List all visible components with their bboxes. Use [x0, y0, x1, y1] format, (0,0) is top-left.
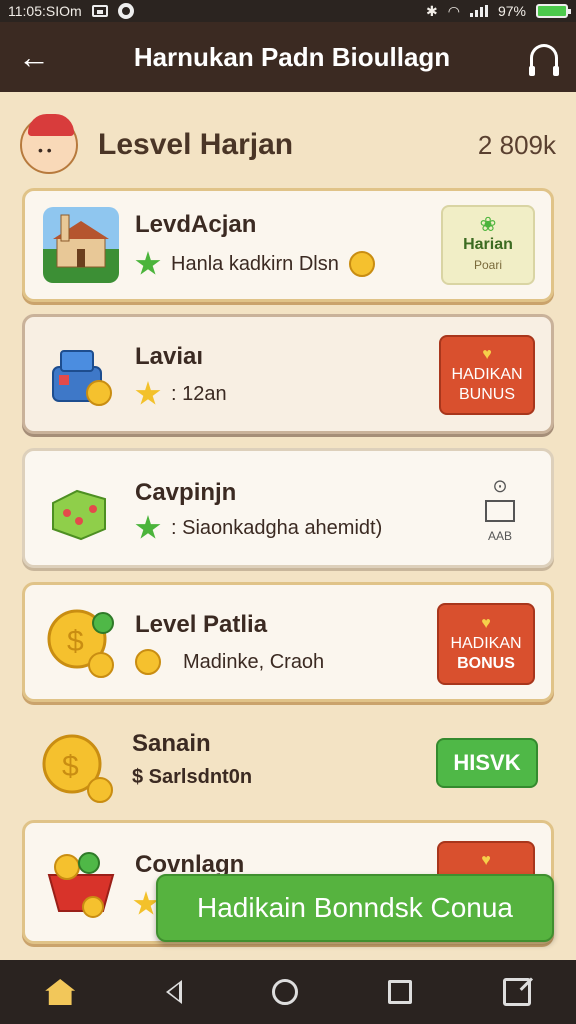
avatar: [20, 114, 78, 174]
arrow-left-icon[interactable]: ←: [18, 39, 54, 76]
card-3[interactable]: Cavpinjn : Siaonkadgha ahemidt) ⊙ AAB: [22, 448, 554, 568]
action-label: HADIKAN: [450, 635, 522, 652]
action-sublabel: BUNUS: [458, 386, 515, 403]
hadikan-bonus-button[interactable]: ♥ HADIKAN BUNUS: [439, 335, 535, 415]
building-icon: [43, 207, 119, 283]
back-icon[interactable]: [165, 980, 182, 1004]
coin-stack-icon: $: [40, 730, 116, 806]
image-icon: [485, 500, 515, 522]
settings-icon: ⊙: [492, 476, 508, 496]
status-time: 11:05:SIOm: [8, 3, 82, 19]
action-sublabel: AAB: [487, 529, 512, 543]
card-subtitle: : 12an: [171, 382, 227, 405]
status-bar: 11:05:SIOm ✱ ◠ 97%: [0, 0, 576, 22]
card-4[interactable]: $ Level Patlia Madinke, Craoh ♥ HADIKAN …: [22, 582, 554, 702]
recent-apps-icon[interactable]: [388, 980, 413, 1004]
heart-icon: ♥: [481, 615, 491, 632]
wifi-icon: ◠: [447, 2, 460, 19]
app-title: Harnukan Padn Bioullagn: [133, 41, 451, 72]
battery-icon: [536, 4, 571, 18]
row-5[interactable]: $ Sanain $ Sarlsdnt0n HISVK: [22, 716, 554, 816]
level-title: Lesvel Harjan: [98, 128, 294, 161]
app-bar: ← Harnukan Padn Bioullagn: [0, 22, 576, 92]
action-label: HADIKAN: [451, 366, 523, 383]
card-title: Level Patlia: [135, 611, 268, 638]
dice-box-icon: [43, 473, 119, 549]
card-subtitle-row: Madinke, Craoh: [135, 649, 324, 675]
row-subtitle-row: $ Sarlsdnt0n: [132, 766, 252, 789]
headset-icon[interactable]: [529, 44, 559, 76]
card-subtitle: Hanla kadkirn Dlsn: [171, 252, 339, 275]
signal-icon: [469, 5, 488, 17]
action-label: HISVK: [453, 750, 521, 775]
card-subtitle: Madinke, Craoh: [183, 650, 325, 673]
card-1[interactable]: LevdAcjan Hanla kadkirn Dlsn ❀ Harian Po…: [22, 188, 554, 302]
status-left: 11:05:SIOm: [8, 3, 134, 19]
hisvk-button[interactable]: HISVK: [436, 738, 538, 788]
photo-icon: [91, 5, 108, 17]
leaf-icon: ❀: [479, 214, 497, 236]
action-sublabel: Poari: [473, 258, 502, 272]
floating-button-label: Hadikain Bonndsk Conua: [197, 892, 513, 923]
battery-percent: 97%: [497, 3, 526, 19]
edit-icon[interactable]: [502, 978, 531, 1006]
card-title: Laviaı: [135, 343, 204, 370]
heart-icon: ♥: [481, 852, 491, 869]
level-header: Lesvel Harjan 2 809k: [20, 110, 556, 180]
harian-button[interactable]: ❀ Harian Poari: [441, 205, 535, 285]
card-subtitle: : Siaonkadgha ahemidt): [171, 516, 383, 539]
heart-icon: ♥: [482, 346, 492, 363]
card-2[interactable]: Laviaı : 12an ♥ HADIKAN BUNUS: [22, 314, 554, 434]
level-score: 2 809k: [477, 129, 556, 160]
card-subtitle-row: : Siaonkadgha ahemidt): [135, 515, 382, 541]
action-label: Harian: [463, 236, 513, 253]
card-title: LevdAcjan: [135, 211, 257, 238]
card-subtitle-row: Hanla kadkirn Dlsn: [135, 251, 375, 277]
nav-bar: [0, 960, 576, 1024]
star-icon: [135, 515, 161, 539]
row-title: Sanain: [132, 730, 211, 757]
home-circle-icon[interactable]: [271, 979, 298, 1005]
action-sublabel: BONUS: [457, 655, 515, 672]
status-right: ✱ ◠ 97%: [426, 2, 571, 20]
card-subtitle-row: : 12an: [135, 381, 227, 407]
star-icon: [135, 381, 161, 405]
card-title: Cavpinjn: [135, 479, 237, 506]
coin-icon: [348, 251, 375, 277]
hadikan-bonus-button[interactable]: ♥ HADIKAN BONUS: [437, 603, 535, 685]
svg-text:$: $: [67, 625, 84, 658]
bluetooth-icon: ✱: [426, 2, 438, 19]
cash-register-icon: [43, 337, 119, 413]
circle-icon: [117, 3, 134, 19]
svg-text:$: $: [62, 750, 79, 783]
gold-coins-icon: $: [43, 603, 119, 679]
star-icon: [135, 251, 161, 275]
coin-icon: [135, 649, 161, 675]
claim-bonus-floating-button[interactable]: Hadikain Bonndsk Conua: [156, 874, 554, 942]
row-subtitle: $ Sarlsdnt0n: [132, 766, 253, 788]
home-icon[interactable]: [45, 979, 76, 1005]
share-action[interactable]: ⊙ AAB: [465, 471, 535, 551]
coin-basket-icon: [43, 845, 119, 921]
